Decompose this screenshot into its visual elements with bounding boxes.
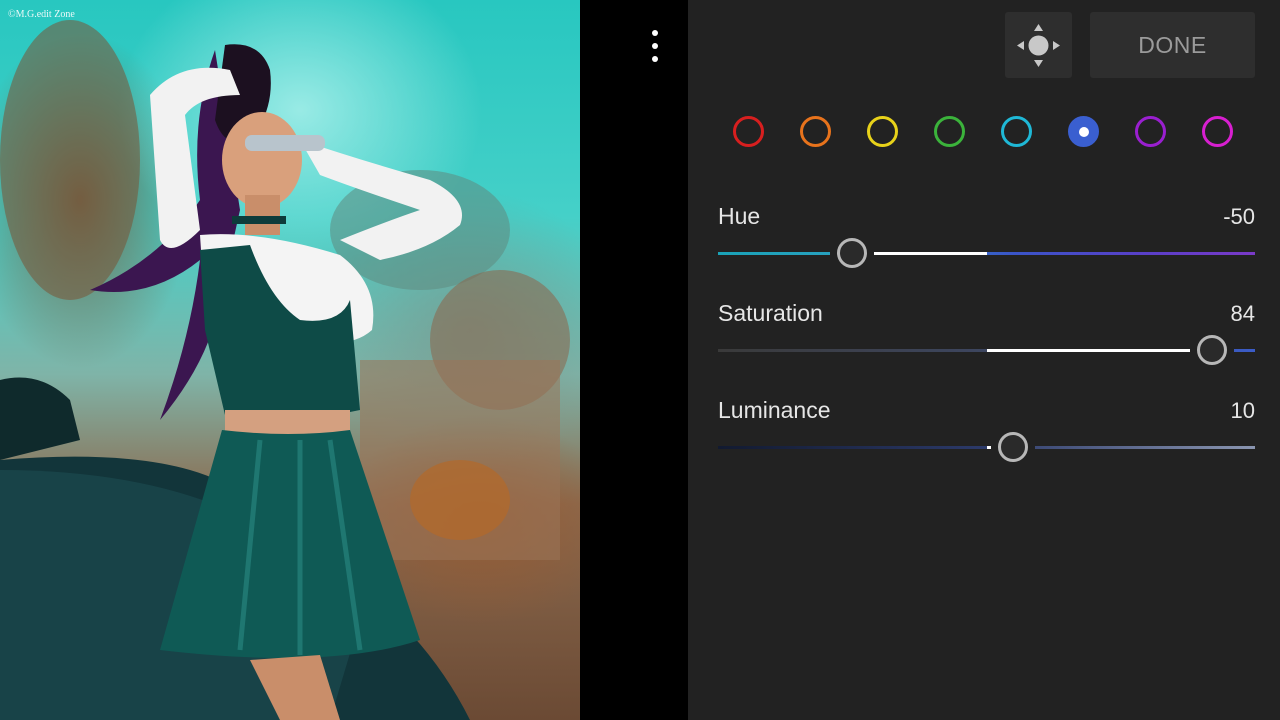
swatch-aqua[interactable] bbox=[1001, 116, 1032, 147]
luminance-label: Luminance bbox=[718, 397, 831, 423]
swatch-magenta[interactable] bbox=[1202, 116, 1233, 147]
hue-slider[interactable] bbox=[718, 251, 1255, 256]
done-button[interactable]: DONE bbox=[1090, 12, 1255, 78]
luminance-slider[interactable] bbox=[718, 445, 1255, 450]
saturation-fill bbox=[986, 349, 1213, 352]
saturation-slider-thumb[interactable] bbox=[1197, 335, 1228, 365]
color-swatches bbox=[733, 116, 1243, 154]
swatch-green[interactable] bbox=[934, 116, 965, 147]
luminance-value[interactable]: 10 bbox=[1175, 398, 1255, 424]
swatch-purple[interactable] bbox=[1135, 116, 1166, 147]
swatch-blue[interactable] bbox=[1068, 116, 1099, 147]
gutter bbox=[580, 0, 688, 720]
photo-preview[interactable]: ©M.G.edit Zone bbox=[0, 0, 580, 720]
color-mix-panel bbox=[688, 0, 1280, 720]
saturation-slider[interactable] bbox=[718, 348, 1255, 353]
saturation-label: Saturation bbox=[718, 300, 823, 326]
move-button[interactable] bbox=[1005, 12, 1072, 78]
swatch-yellow[interactable] bbox=[867, 116, 898, 147]
watermark: ©M.G.edit Zone bbox=[8, 9, 75, 20]
move-arrows-icon bbox=[1017, 24, 1060, 67]
hue-label: Hue bbox=[718, 203, 761, 229]
photo-subject bbox=[0, 20, 570, 720]
more-vertical-icon[interactable] bbox=[642, 28, 668, 64]
saturation-value[interactable]: 84 bbox=[1175, 301, 1255, 327]
swatch-orange[interactable] bbox=[800, 116, 831, 147]
hue-value[interactable]: -50 bbox=[1175, 204, 1255, 230]
swatch-red[interactable] bbox=[733, 116, 764, 147]
